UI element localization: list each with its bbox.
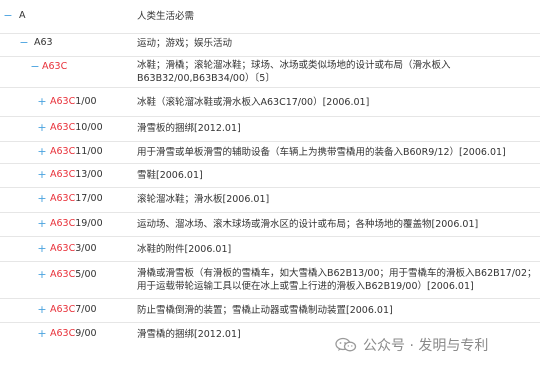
class-description: 防止雪橇倒滑的装置；雪橇止动器或雪橇制动装置[2006.01] xyxy=(137,305,393,316)
expand-toggle[interactable]: + xyxy=(37,269,47,281)
watermark: 公众号 · 发明与专利 xyxy=(335,334,488,356)
class-code[interactable]: A63C10/00 xyxy=(50,122,103,134)
tree-row-a63c-17: + A63C17/00 滚轮溜冰鞋；滑水板[2006.01] xyxy=(0,187,540,213)
class-description: 滑雪板的捆绑[2012.01] xyxy=(137,123,241,134)
wechat-icon xyxy=(335,337,357,352)
class-code[interactable]: A63C17/00 xyxy=(50,193,103,205)
collapse-toggle[interactable]: − xyxy=(3,10,13,22)
expand-toggle[interactable]: + xyxy=(37,146,47,158)
class-description: 用于滑雪或单板滑雪的辅助设备（车辆上为携带雪橇用的装备入B60R9/12）[20… xyxy=(137,147,506,158)
class-description: 冰鞋的附件[2006.01] xyxy=(137,244,232,255)
class-code[interactable]: A63C5/00 xyxy=(50,269,97,281)
collapse-toggle[interactable]: − xyxy=(19,37,29,49)
expand-toggle[interactable]: + xyxy=(37,122,47,134)
class-code[interactable]: A63 xyxy=(34,37,53,49)
class-description: 滚轮溜冰鞋；滑水板[2006.01] xyxy=(137,194,270,205)
class-code[interactable]: A xyxy=(19,10,26,22)
class-description: 运动；游戏；娱乐活动 xyxy=(137,38,233,49)
expand-toggle[interactable]: + xyxy=(37,328,47,340)
expand-toggle[interactable]: + xyxy=(37,193,47,205)
class-description: 滑橇或滑雪板（有滑板的雪橇车，如大雪橇入B62B13/00；用于雪橇车的滑板入B… xyxy=(137,268,537,292)
class-code[interactable]: A63C9/00 xyxy=(50,328,97,340)
expand-toggle[interactable]: + xyxy=(37,96,47,108)
class-description: 雪鞋[2006.01] xyxy=(137,170,203,181)
class-code[interactable]: A63C7/00 xyxy=(50,304,97,316)
expand-toggle[interactable]: + xyxy=(37,169,47,181)
tree-row-a63c-13: + A63C13/00 雪鞋[2006.01] xyxy=(0,163,540,188)
class-description: 人类生活必需 xyxy=(137,11,195,22)
tree-row-a63c: − A63C 冰鞋；滑橇；滚轮溜冰鞋；球场、冰场或类似场地的设计或布局（滑水板入… xyxy=(0,56,540,88)
class-description: 冰鞋；滑橇；滚轮溜冰鞋；球场、冰场或类似场地的设计或布局（滑水板入B63B32/… xyxy=(137,60,451,84)
expand-toggle[interactable]: + xyxy=(37,218,47,230)
tree-row-a63c-11: + A63C11/00 用于滑雪或单板滑雪的辅助设备（车辆上为携带雪橇用的装备入… xyxy=(0,141,540,164)
expand-toggle[interactable]: + xyxy=(37,243,47,255)
class-code[interactable]: A63C xyxy=(42,61,67,73)
tree-row-a63: − A63 运动；游戏；娱乐活动 xyxy=(0,33,540,57)
tree-row-a: − A 人类生活必需 xyxy=(0,0,540,34)
tree-row-a63c-3: + A63C3/00 冰鞋的附件[2006.01] xyxy=(0,236,540,262)
class-code[interactable]: A63C11/00 xyxy=(50,146,103,158)
class-code[interactable]: A63C19/00 xyxy=(50,218,103,230)
tree-row-a63c-19: + A63C19/00 运动场、溜冰场、滚木球场或滑水区的设计或布局；各种场地的… xyxy=(0,212,540,237)
tree-row-a63c-1: + A63C1/00 冰鞋（滚轮溜冰鞋或滑水板入A63C17/00）[2006.… xyxy=(0,87,540,117)
class-code[interactable]: A63C3/00 xyxy=(50,243,97,255)
watermark-text: 公众号 · 发明与专利 xyxy=(363,338,489,354)
class-description: 冰鞋（滚轮溜冰鞋或滑水板入A63C17/00）[2006.01] xyxy=(137,97,370,108)
tree-row-a63c-7: + A63C7/00 防止雪橇倒滑的装置；雪橇止动器或雪橇制动装置[2006.0… xyxy=(0,298,540,323)
class-code[interactable]: A63C1/00 xyxy=(50,96,97,108)
tree-row-a63c-5: + A63C5/00 滑橇或滑雪板（有滑板的雪橇车，如大雪橇入B62B13/00… xyxy=(0,261,540,299)
collapse-toggle[interactable]: − xyxy=(30,61,40,73)
expand-toggle[interactable]: + xyxy=(37,304,47,316)
tree-row-a63c-10: + A63C10/00 滑雪板的捆绑[2012.01] xyxy=(0,116,540,142)
class-code[interactable]: A63C13/00 xyxy=(50,169,103,181)
class-description: 运动场、溜冰场、滚木球场或滑水区的设计或布局；各种场地的覆盖物[2006.01] xyxy=(137,219,479,230)
